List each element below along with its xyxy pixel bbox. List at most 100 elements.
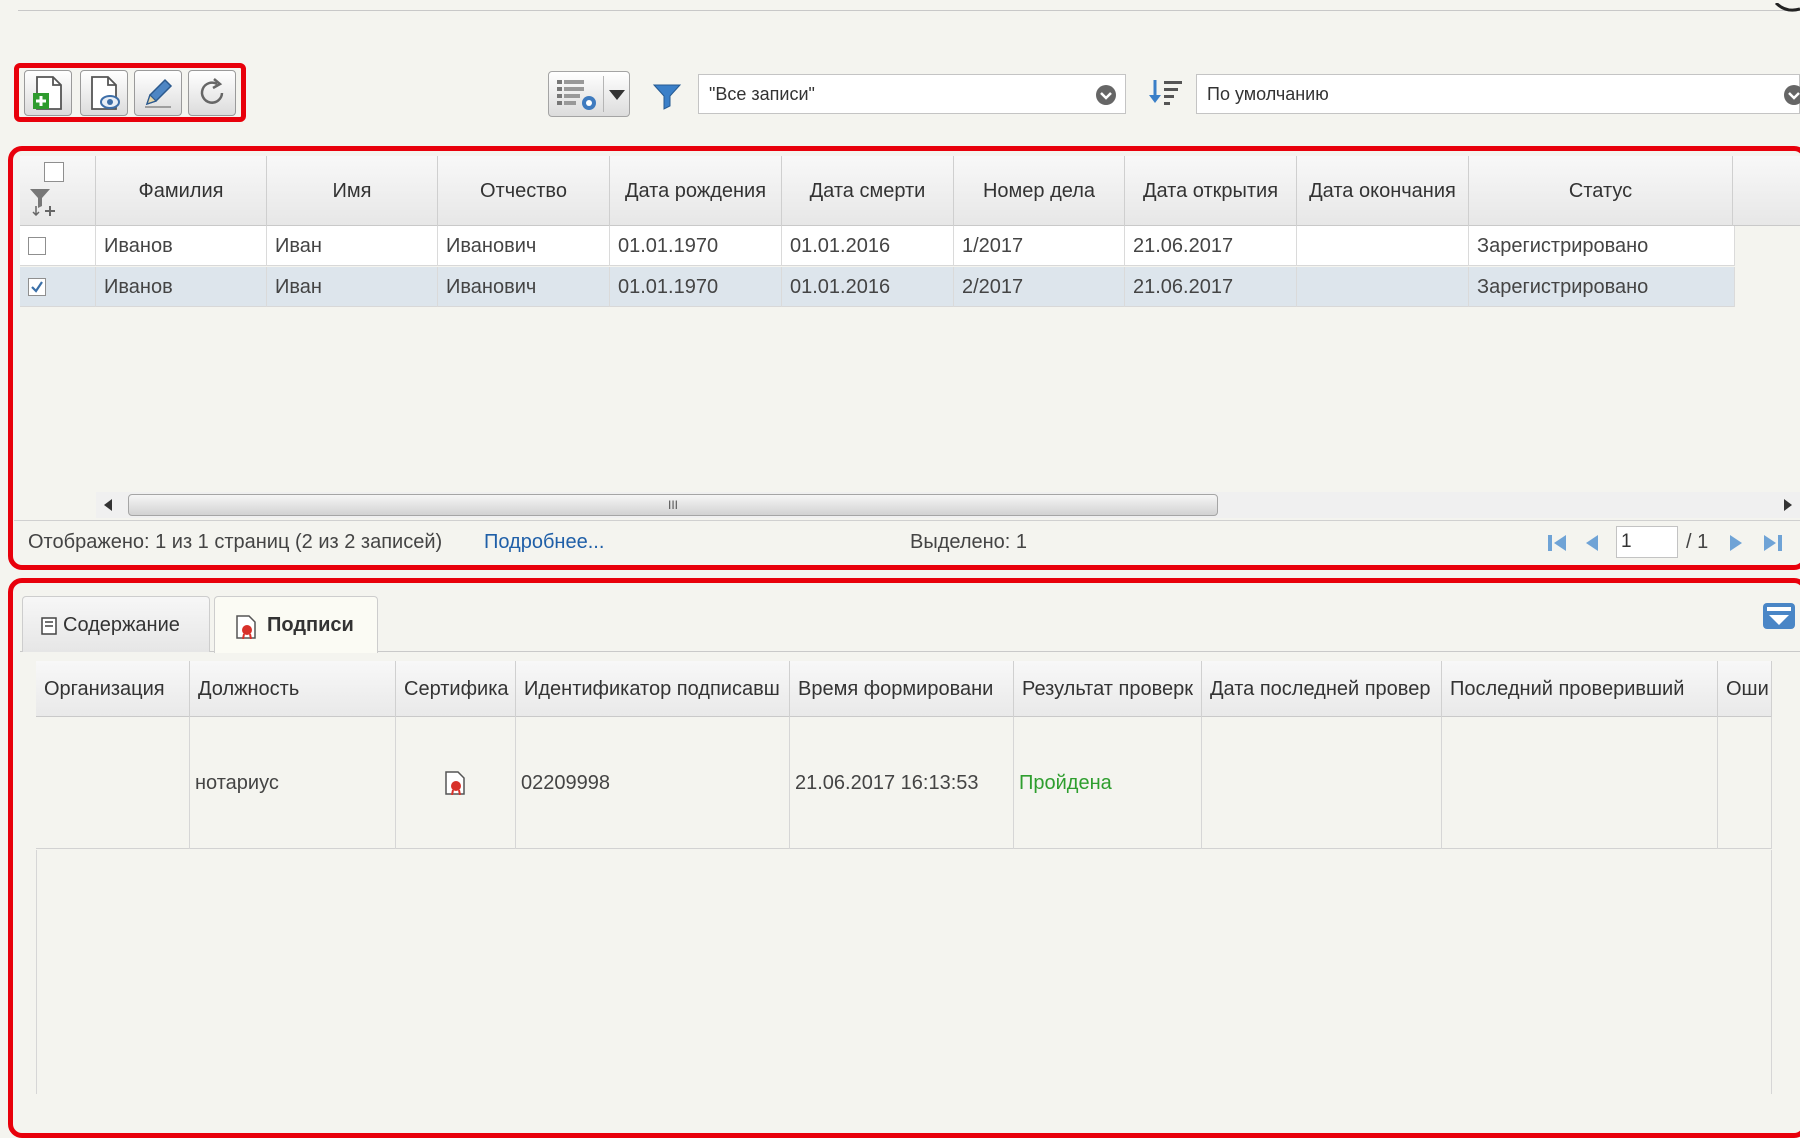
- cell-organization: [36, 717, 190, 849]
- first-page-icon[interactable]: [1546, 533, 1568, 553]
- filter-value: "Все записи": [709, 84, 815, 104]
- table-row[interactable]: Иванов Иван Иванович 01.01.1970 01.01.20…: [20, 226, 1735, 266]
- cell-open-date: 21.06.2017: [1125, 226, 1297, 266]
- status-divider: [14, 520, 1800, 521]
- filter-icon: [652, 84, 682, 110]
- page-number-input[interactable]: 1: [1616, 526, 1678, 558]
- cell-end-date: [1297, 267, 1469, 307]
- collapse-panel-icon[interactable]: [1762, 602, 1796, 630]
- selected-count-text: Выделено: 1: [910, 531, 1028, 553]
- records-shown-text: Отображено: 1 из 1 страниц (2 из 2 запис…: [28, 531, 443, 553]
- scroll-left-icon[interactable]: [104, 499, 112, 511]
- cell-case-number: 1/2017: [954, 226, 1125, 266]
- tab-signatures[interactable]: Подписи: [214, 596, 378, 653]
- cell-created-time: 21.06.2017 16:13:53: [790, 717, 1014, 849]
- columns-gear-icon: [557, 80, 596, 110]
- next-page-icon[interactable]: [1728, 533, 1744, 553]
- page-total-text: / 1: [1686, 531, 1709, 553]
- previous-page-icon[interactable]: [1584, 533, 1600, 553]
- column-header[interactable]: Фамилия: [96, 156, 267, 226]
- column-header[interactable]: Дата открытия: [1125, 156, 1297, 226]
- last-page-icon[interactable]: [1762, 533, 1784, 553]
- add-record-button[interactable]: [24, 70, 72, 116]
- more-details-link[interactable]: Подробнее...: [484, 522, 604, 562]
- cell-death-date: 01.01.2016: [782, 267, 954, 307]
- split-divider: [603, 76, 604, 112]
- table-row[interactable]: Иванов Иван Иванович 01.01.1970 01.01.20…: [20, 267, 1735, 307]
- scrollbar-thumb[interactable]: III: [128, 494, 1218, 516]
- cell-death-date: 01.01.2016: [782, 226, 954, 266]
- page-number-value: 1: [1621, 531, 1632, 552]
- column-header[interactable]: Время формировани: [790, 661, 1014, 717]
- cell-end-date: [1297, 226, 1469, 266]
- column-header[interactable]: Сертифика: [396, 661, 516, 717]
- cell-last-checker: [1442, 717, 1718, 849]
- column-header[interactable]: Организация: [36, 661, 190, 717]
- cell-last-name: Иванов: [96, 226, 267, 266]
- filter-select[interactable]: "Все записи": [698, 74, 1126, 114]
- tab-label: Подписи: [267, 614, 354, 636]
- sort-value: По умолчанию: [1207, 84, 1329, 104]
- dropdown-circle-icon: [1096, 85, 1116, 105]
- select-all-checkbox[interactable]: [44, 162, 64, 182]
- cell-last-check-date: [1202, 717, 1442, 849]
- column-header[interactable]: Результат проверк: [1014, 661, 1202, 717]
- column-header[interactable]: Отчество: [438, 156, 610, 226]
- cell-patronymic: Иванович: [438, 267, 610, 307]
- column-header[interactable]: Номер дела: [954, 156, 1125, 226]
- refresh-button[interactable]: [188, 70, 236, 116]
- document-plus-icon: [33, 76, 62, 110]
- cell-position: нотариус: [190, 717, 396, 849]
- select-all-cell: [20, 156, 96, 226]
- column-header[interactable]: Дата смерти: [782, 156, 954, 226]
- cell-status: Зарегистрировано: [1469, 226, 1735, 266]
- column-header[interactable]: Дата последней провер: [1202, 661, 1442, 717]
- column-header[interactable]: Последний проверивший: [1442, 661, 1718, 717]
- cell-error: [1718, 717, 1772, 849]
- edit-record-button[interactable]: [134, 70, 182, 116]
- refresh-icon: [200, 78, 224, 104]
- sort-select[interactable]: По умолчанию: [1196, 74, 1800, 114]
- row-select-cell: [20, 226, 96, 266]
- sort-icon: [1149, 80, 1182, 105]
- column-header[interactable]: Статус: [1469, 156, 1733, 226]
- signature-icon: [236, 615, 256, 639]
- cell-first-name: Иван: [267, 226, 438, 266]
- filter-add-icon[interactable]: [28, 186, 60, 216]
- checkmark-icon: [31, 281, 43, 293]
- column-header[interactable]: Должность: [190, 661, 396, 717]
- column-header[interactable]: Имя: [267, 156, 438, 226]
- column-settings-button[interactable]: [548, 71, 630, 117]
- column-header[interactable]: Дата окончания: [1297, 156, 1469, 226]
- column-header[interactable]: Дата рождения: [610, 156, 782, 226]
- cell-status: Зарегистрировано: [1469, 267, 1735, 307]
- certificate-icon[interactable]: [444, 771, 466, 795]
- cell-case-number: 2/2017: [954, 267, 1125, 307]
- cell-birth-date: 01.01.1970: [610, 267, 782, 307]
- row-select-cell: [20, 267, 96, 307]
- document-view-icon: [91, 76, 120, 110]
- cell-certificate: [396, 717, 516, 849]
- column-header[interactable]: Оши: [1718, 661, 1772, 717]
- cell-check-result: Пройдена: [1014, 717, 1202, 849]
- chevron-down-icon: [609, 90, 625, 100]
- view-record-button[interactable]: [80, 70, 128, 116]
- column-header[interactable]: Идентификатор подписавш: [516, 661, 790, 717]
- document-icon: [41, 617, 57, 635]
- row-checkbox-checked[interactable]: [28, 278, 46, 296]
- signature-row[interactable]: нотариус 02209998 21.06.2017 16:13:53 Пр…: [36, 717, 1772, 849]
- tab-content[interactable]: Содержание: [22, 596, 210, 652]
- horizontal-scrollbar[interactable]: III: [96, 492, 1800, 518]
- corner-mark: [1772, 0, 1800, 12]
- row-checkbox[interactable]: [28, 237, 46, 255]
- scroll-grip: III: [667, 498, 678, 512]
- dropdown-circle-icon: [1784, 85, 1800, 105]
- pencil-icon: [145, 78, 173, 108]
- cell-signer-id: 02209998: [516, 717, 790, 849]
- cell-first-name: Иван: [267, 267, 438, 307]
- cell-patronymic: Иванович: [438, 226, 610, 266]
- cell-open-date: 21.06.2017: [1125, 267, 1297, 307]
- signatures-grid-header: Организация Должность Сертифика Идентифи…: [36, 661, 1772, 717]
- cell-birth-date: 01.01.1970: [610, 226, 782, 266]
- scroll-right-icon[interactable]: [1784, 499, 1792, 511]
